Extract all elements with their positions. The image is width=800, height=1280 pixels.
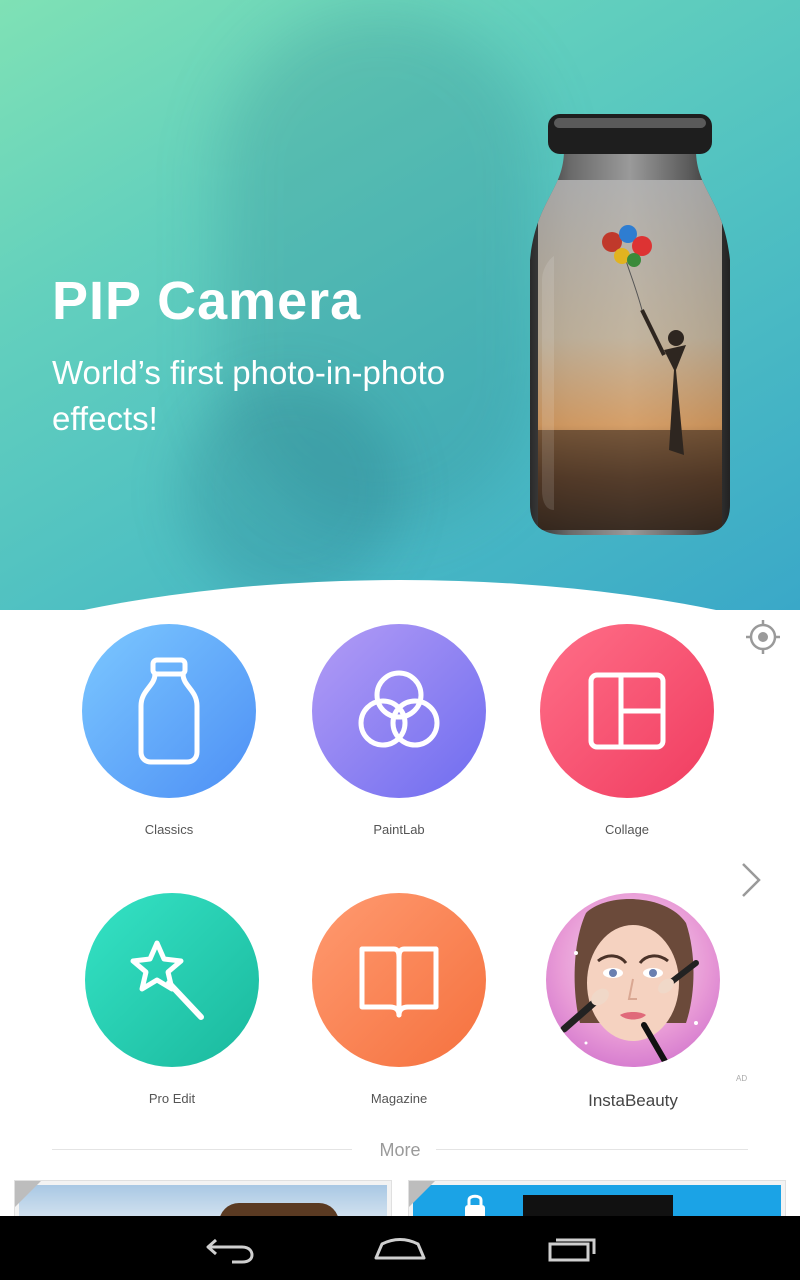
hero-subtitle: World’s first photo-in-photo effects! [52, 354, 446, 437]
divider [52, 1149, 352, 1150]
bottle-photo-image [530, 114, 730, 535]
ad-corner-badge [409, 1181, 435, 1207]
feature-tile-instabeauty[interactable]: InstaBeauty [533, 893, 733, 1111]
pro-edit-button[interactable] [85, 893, 259, 1067]
settings-target-icon[interactable] [744, 618, 782, 656]
hero-banner[interactable]: PIP Camera World’s first photo-in-photo … [0, 0, 800, 610]
magic-wand-icon [130, 940, 204, 1020]
collage-button[interactable] [540, 624, 714, 798]
feature-tile-classics[interactable]: Classics [69, 624, 269, 837]
open-book-icon [359, 946, 439, 1018]
classics-label: Classics [144, 822, 194, 837]
circles-icon [358, 670, 440, 748]
instabeauty-button[interactable] [546, 893, 720, 1067]
feature-tile-paintlab[interactable]: PaintLab [299, 624, 499, 837]
hero-title: PIP Camera [52, 271, 362, 331]
recents-icon[interactable] [544, 1232, 600, 1264]
home-icon[interactable] [372, 1232, 428, 1264]
feature-tile-magazine[interactable]: Magazine [299, 893, 499, 1106]
collage-grid-icon [588, 672, 666, 750]
system-navigation-bar [0, 1216, 800, 1280]
collage-label: Collage [604, 822, 650, 837]
divider [436, 1149, 748, 1150]
magazine-label: Magazine [370, 1091, 428, 1106]
beauty-face-image [560, 899, 699, 1066]
instabeauty-label: InstaBeauty [588, 1091, 678, 1110]
chevron-right-icon[interactable] [738, 860, 764, 900]
bottle-icon [138, 657, 200, 765]
back-icon[interactable] [202, 1232, 258, 1264]
feature-tile-pro-edit[interactable]: Pro Edit [72, 893, 272, 1106]
classics-button[interactable] [82, 624, 256, 798]
pro-edit-label: Pro Edit [148, 1091, 196, 1106]
paintlab-button[interactable] [312, 624, 486, 798]
ad-badge: AD [736, 1074, 748, 1083]
feature-tile-collage[interactable]: Collage [527, 624, 727, 837]
more-label: More [379, 1140, 421, 1160]
paintlab-label: PaintLab [373, 822, 425, 837]
ad-corner-badge [15, 1181, 41, 1207]
magazine-button[interactable] [312, 893, 486, 1067]
